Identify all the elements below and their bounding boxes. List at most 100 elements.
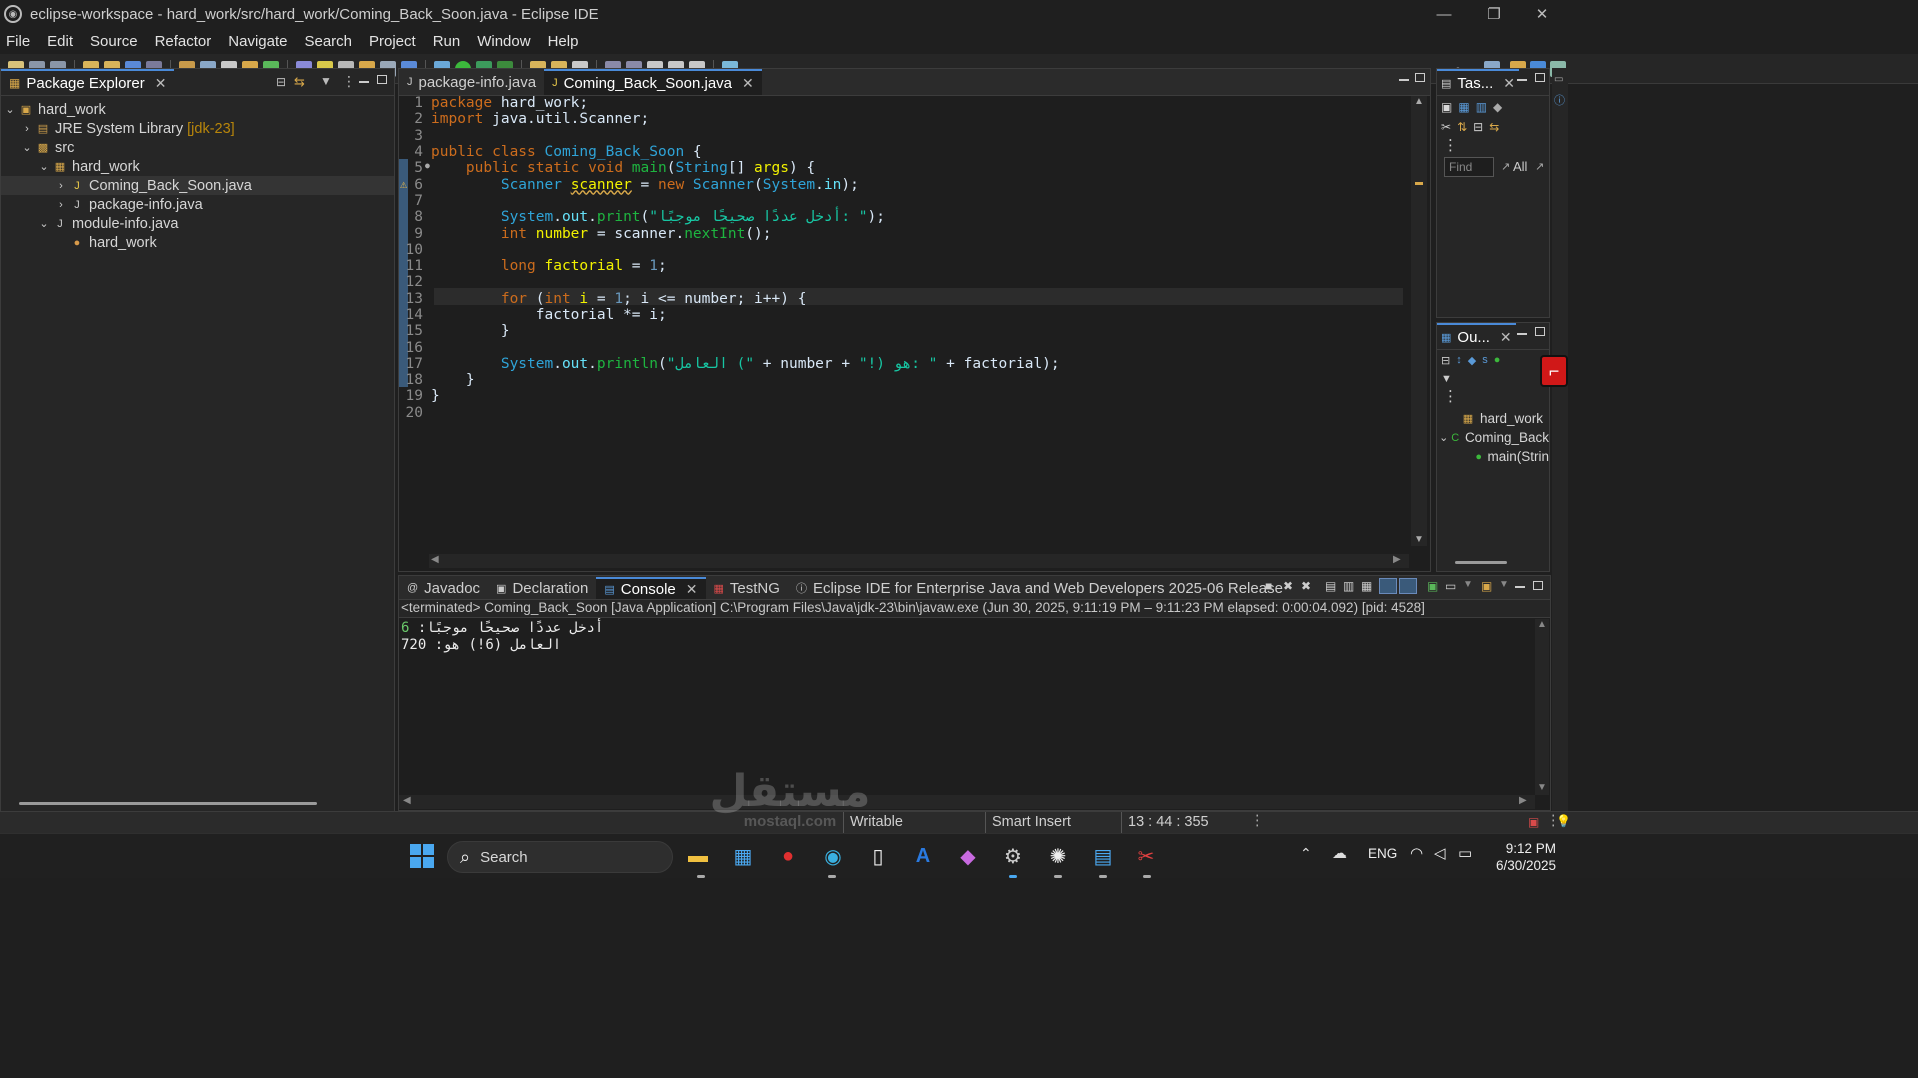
tree-item-project[interactable]: ⌄ ▣ hard_work	[1, 100, 394, 119]
horizontal-scrollbar[interactable]	[19, 802, 317, 805]
cursor-position-status[interactable]: 13 : 44 : 355	[1128, 814, 1209, 830]
tree-item-package-info[interactable]: › J package-info.java	[1, 195, 394, 214]
minimize-editor-icon[interactable]	[1399, 79, 1409, 81]
menu-navigate[interactable]: Navigate	[228, 33, 287, 50]
scheduled-icon[interactable]: ▥	[1476, 100, 1487, 114]
view-menu-icon[interactable]: ⋮	[1437, 136, 1549, 154]
scroll-down-icon[interactable]: ▼	[1537, 782, 1547, 793]
menu-edit[interactable]: Edit	[47, 33, 73, 50]
menu-source[interactable]: Source	[90, 33, 138, 50]
horizontal-scrollbar[interactable]	[1455, 561, 1507, 564]
focus-icon[interactable]: ✂	[1441, 120, 1451, 134]
scroll-right-icon[interactable]: ▶	[1393, 554, 1401, 565]
clear-console-icon[interactable]: ▤	[1325, 579, 1336, 593]
start-button[interactable]	[406, 840, 438, 872]
menu-run[interactable]: Run	[433, 33, 461, 50]
collapse-all-icon[interactable]: ⊟	[276, 75, 286, 89]
show-console-on-output-icon[interactable]	[1379, 578, 1397, 594]
remove-launch-icon[interactable]: ✖	[1283, 579, 1293, 593]
notepad-icon[interactable]: ▯	[862, 840, 894, 872]
expand-toggle-icon[interactable]: ⌄	[1439, 431, 1448, 444]
tree-item-jre-library[interactable]: › ▤ JRE System Library [jdk-23]	[1, 119, 394, 138]
maximize-view-icon[interactable]	[1533, 581, 1543, 590]
wifi-icon[interactable]: ◠	[1410, 844, 1423, 862]
maximize-view-icon[interactable]	[1535, 327, 1545, 336]
menu-project[interactable]: Project	[369, 33, 416, 50]
minimize-view-icon[interactable]	[359, 81, 369, 83]
close-tab-icon[interactable]: ✕	[1503, 75, 1515, 92]
minimize-button[interactable]: —	[1420, 0, 1468, 28]
view-menu-icon[interactable]: ⋮	[342, 73, 356, 90]
warning-icon[interactable]: ⚠	[400, 177, 407, 191]
chatgpt-icon[interactable]: ✺	[1042, 840, 1074, 872]
menu-refactor[interactable]: Refactor	[155, 33, 212, 50]
open-console-icon[interactable]: ▣	[1481, 579, 1492, 593]
close-tab-icon[interactable]: ✕	[686, 581, 698, 598]
expand-toggle-icon[interactable]: ⌄	[20, 141, 34, 154]
outline-item-package[interactable]: ▦ hard_work	[1437, 409, 1549, 428]
collapse-tasks-icon[interactable]: ⊟	[1473, 120, 1483, 134]
scroll-right-icon[interactable]: ▶	[1519, 795, 1527, 806]
expand-toggle-icon[interactable]: ›	[20, 123, 34, 135]
restore-button[interactable]: ❐	[1470, 0, 1518, 28]
tab-package-explorer[interactable]: ▦ Package Explorer ✕	[1, 69, 175, 95]
view-menu-icon[interactable]: ⋮	[1437, 387, 1549, 405]
snipping-tool-icon[interactable]: ✂	[1130, 840, 1162, 872]
office-icon[interactable]: ●	[772, 840, 804, 872]
task-find-input[interactable]: Find	[1444, 157, 1494, 177]
tab-console[interactable]: ▤ Console ✕	[596, 577, 706, 599]
close-window-button[interactable]: ✕	[1518, 0, 1566, 28]
hide-fields-icon[interactable]: ◆	[1468, 354, 1476, 367]
expand-toggle-icon[interactable]: ⌄	[3, 103, 17, 116]
maximize-view-icon[interactable]	[1535, 73, 1545, 82]
close-tab-icon[interactable]: ✕	[155, 75, 167, 92]
tree-item-package[interactable]: ⌄ ▦ hard_work	[1, 157, 394, 176]
tab-declaration[interactable]: ▣ Declaration	[488, 577, 596, 599]
volume-icon[interactable]: ◁	[1434, 844, 1446, 862]
new-task-icon[interactable]: ▣	[1441, 100, 1452, 114]
link-task-icon[interactable]: ⇆	[1489, 120, 1499, 134]
menu-help[interactable]: Help	[548, 33, 579, 50]
hide-nonpublic-icon[interactable]: ●	[1494, 354, 1501, 367]
tab-testng[interactable]: ▦ TestNG	[706, 577, 788, 599]
console-vertical-scrollbar[interactable]: ▲ ▼	[1535, 619, 1549, 795]
scroll-up-icon[interactable]: ▲	[1537, 619, 1547, 630]
tab-javadoc[interactable]: @ Javadoc	[399, 577, 488, 599]
expand-toggle-icon[interactable]: ⌄	[37, 160, 51, 173]
maximize-view-icon[interactable]	[377, 75, 387, 84]
filter-icon[interactable]: ▼	[1437, 371, 1549, 387]
outline-item-method[interactable]: ● main(Strin	[1437, 447, 1549, 466]
azure-icon[interactable]: A	[907, 840, 939, 872]
pin-console-icon[interactable]: ▣	[1427, 579, 1438, 593]
collapse-outline-icon[interactable]: ⊟	[1441, 354, 1450, 367]
insert-mode-status[interactable]: Smart Insert	[992, 814, 1071, 830]
expand-toggle-icon[interactable]: ›	[54, 180, 68, 192]
scroll-down-icon[interactable]: ▼	[1414, 534, 1424, 545]
clock[interactable]: 9:12 PM 6/30/2025	[1488, 840, 1556, 874]
app-badge-icon[interactable]: ⌐	[1540, 355, 1568, 387]
tree-item-module[interactable]: ● hard_work	[1, 233, 394, 252]
info-icon[interactable]: ⓘ	[1554, 92, 1565, 108]
all-filter-link[interactable]: All	[1513, 159, 1527, 174]
battery-icon[interactable]: ▭	[1458, 844, 1472, 862]
console-output[interactable]: أدخل عددًا صحيحًا موجبًا: 6 العامل (6!) …	[399, 618, 1550, 656]
eclipse-taskbar-icon[interactable]: ⚙	[997, 840, 1029, 872]
taskbar-search-box[interactable]: ⌕ Search	[447, 841, 673, 873]
scroll-lock-icon[interactable]: ▥	[1343, 579, 1354, 593]
edge-icon[interactable]: ◉	[817, 840, 849, 872]
expand-toggle-icon[interactable]: ⌄	[37, 217, 51, 230]
minimize-view-icon[interactable]	[1517, 79, 1527, 81]
sync-icon[interactable]: ⇅	[1457, 120, 1467, 134]
warning-marker[interactable]	[1415, 182, 1423, 185]
notepad-plus-icon[interactable]: ▤	[1087, 840, 1119, 872]
show-console-on-error-icon[interactable]	[1399, 578, 1417, 594]
tab-package-info[interactable]: J package-info.java	[399, 69, 544, 95]
minimize-view-icon[interactable]	[1517, 333, 1527, 335]
dropdown-icon[interactable]: ▼	[1499, 579, 1509, 590]
scroll-up-icon[interactable]: ▲	[1414, 96, 1424, 107]
display-console-icon[interactable]: ▭	[1445, 579, 1456, 593]
show-hidden-icons-icon[interactable]: ⌃	[1300, 845, 1312, 862]
scroll-left-icon[interactable]: ◀	[403, 795, 411, 806]
tab-eclipse-release[interactable]: ⓘ Eclipse IDE for Enterprise Java and We…	[788, 577, 1291, 599]
maximize-editor-icon[interactable]	[1415, 73, 1425, 82]
